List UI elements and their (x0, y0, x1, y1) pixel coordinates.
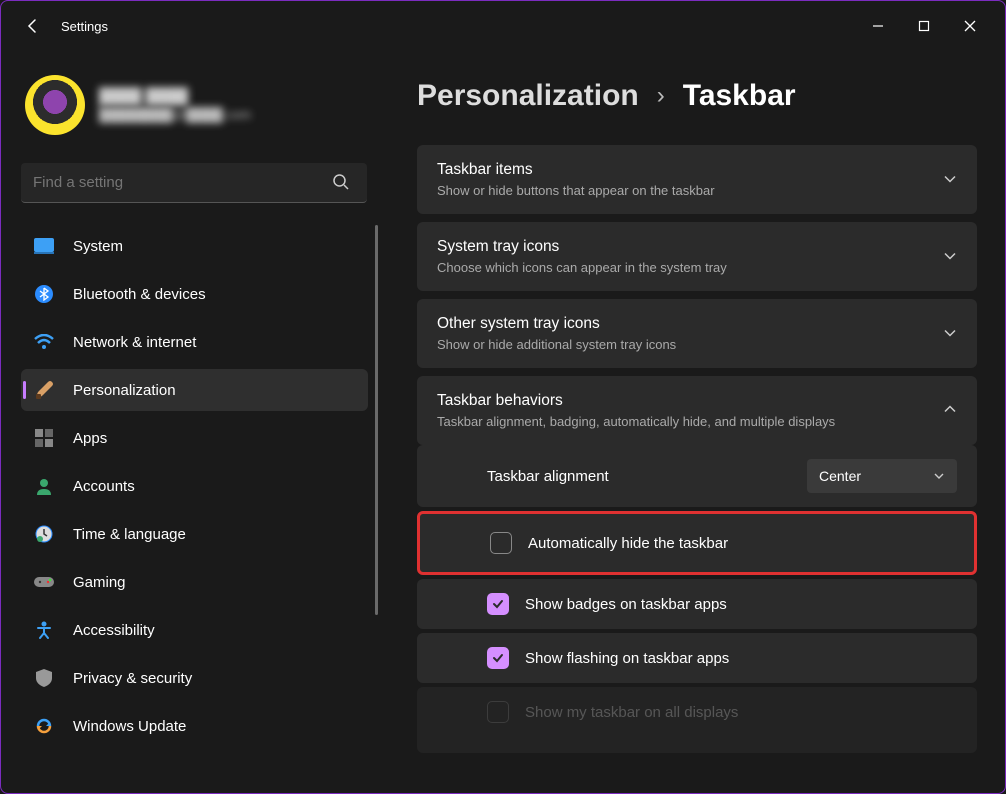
nav-time[interactable]: Time & language (21, 513, 368, 555)
row-taskbar-alignment: Taskbar alignment Center (417, 445, 977, 507)
row-all-displays[interactable]: Show my taskbar on all displays (417, 687, 977, 753)
minimize-icon (872, 20, 884, 32)
panel-title: Taskbar items (437, 161, 957, 179)
update-icon (33, 715, 55, 737)
nav-accounts[interactable]: Accounts (21, 465, 368, 507)
nav-bluetooth[interactable]: Bluetooth & devices (21, 273, 368, 315)
breadcrumb-separator: › (657, 82, 665, 110)
row-badges[interactable]: Show badges on taskbar apps (417, 579, 977, 629)
nav-gaming[interactable]: Gaming (21, 561, 368, 603)
shield-icon (33, 667, 55, 689)
sidebar-scrollbar[interactable] (375, 225, 378, 615)
search-box[interactable] (21, 163, 372, 203)
checkbox-flashing[interactable] (487, 647, 509, 669)
nav-privacy[interactable]: Privacy & security (21, 657, 368, 699)
clock-icon (33, 523, 55, 545)
user-name: ████ ████ (99, 88, 251, 105)
nav-system[interactable]: System (21, 225, 368, 267)
chevron-down-icon (933, 470, 945, 482)
user-meta: ████ ████ ████████@████.com (99, 88, 251, 122)
checkbox-all-displays[interactable] (487, 701, 509, 723)
badges-label: Show badges on taskbar apps (525, 596, 727, 613)
user-profile[interactable]: ████ ████ ████████@████.com (21, 71, 372, 139)
wifi-icon (33, 331, 55, 353)
system-icon (33, 235, 55, 257)
panel-desc: Choose which icons can appear in the sys… (437, 260, 957, 275)
nav-label: Apps (73, 430, 107, 447)
panel-system-tray-icons[interactable]: System tray icons Choose which icons can… (417, 222, 977, 291)
accessibility-icon (33, 619, 55, 641)
nav-label: Personalization (73, 382, 176, 399)
nav-apps[interactable]: Apps (21, 417, 368, 459)
panel-title: Other system tray icons (437, 315, 957, 333)
alignment-select[interactable]: Center (807, 459, 957, 493)
nav-label: Privacy & security (73, 670, 192, 687)
minimize-button[interactable] (855, 10, 901, 42)
chevron-down-icon (943, 325, 957, 342)
nav-label: System (73, 238, 123, 255)
alignment-label: Taskbar alignment (487, 468, 609, 485)
nav-network[interactable]: Network & internet (21, 321, 368, 363)
auto-hide-label: Automatically hide the taskbar (528, 535, 728, 552)
apps-icon (33, 427, 55, 449)
nav-label: Windows Update (73, 718, 186, 735)
breadcrumb-current: Taskbar (683, 79, 796, 113)
panel-title: System tray icons (437, 238, 957, 256)
row-auto-hide[interactable]: Automatically hide the taskbar (417, 511, 977, 575)
checkbox-auto-hide[interactable] (490, 532, 512, 554)
window-controls (855, 10, 993, 42)
nav-label: Bluetooth & devices (73, 286, 206, 303)
person-icon (33, 475, 55, 497)
nav-personalization[interactable]: Personalization (21, 369, 368, 411)
close-button[interactable] (947, 10, 993, 42)
titlebar: Settings (1, 1, 1005, 51)
back-button[interactable] (13, 6, 53, 46)
bluetooth-icon (33, 283, 55, 305)
flashing-label: Show flashing on taskbar apps (525, 650, 729, 667)
nav-list: System Bluetooth & devices Network & int… (21, 225, 372, 747)
maximize-icon (918, 20, 930, 32)
panel-desc: Taskbar alignment, badging, automaticall… (437, 414, 957, 429)
gamepad-icon (33, 571, 55, 593)
brush-icon (33, 379, 55, 401)
panel-taskbar-behaviors[interactable]: Taskbar behaviors Taskbar alignment, bad… (417, 376, 977, 445)
search-input[interactable] (21, 163, 367, 203)
panel-other-tray-icons[interactable]: Other system tray icons Show or hide add… (417, 299, 977, 368)
user-email: ████████@████.com (99, 107, 251, 122)
breadcrumb: Personalization › Taskbar (417, 79, 977, 113)
panel-title: Taskbar behaviors (437, 392, 957, 410)
nav-update[interactable]: Windows Update (21, 705, 368, 747)
search-icon (332, 173, 350, 194)
nav-label: Gaming (73, 574, 126, 591)
close-icon (964, 20, 976, 32)
nav-accessibility[interactable]: Accessibility (21, 609, 368, 651)
chevron-down-icon (943, 248, 957, 265)
avatar (25, 75, 85, 135)
chevron-up-icon (943, 402, 957, 419)
content-area: Personalization › Taskbar Taskbar items … (381, 51, 1005, 793)
alignment-value: Center (819, 468, 861, 484)
sidebar: ████ ████ ████████@████.com System Bluet… (1, 51, 381, 793)
breadcrumb-parent[interactable]: Personalization (417, 79, 639, 113)
all-displays-label: Show my taskbar on all displays (525, 704, 738, 721)
nav-label: Accessibility (73, 622, 155, 639)
nav-label: Accounts (73, 478, 135, 495)
panel-desc: Show or hide additional system tray icon… (437, 337, 957, 352)
nav-label: Network & internet (73, 334, 196, 351)
nav-label: Time & language (73, 526, 186, 543)
back-arrow-icon (25, 18, 41, 34)
checkbox-badges[interactable] (487, 593, 509, 615)
row-flashing[interactable]: Show flashing on taskbar apps (417, 633, 977, 683)
panel-desc: Show or hide buttons that appear on the … (437, 183, 957, 198)
panel-taskbar-items[interactable]: Taskbar items Show or hide buttons that … (417, 145, 977, 214)
maximize-button[interactable] (901, 10, 947, 42)
chevron-down-icon (943, 171, 957, 188)
window-title: Settings (61, 19, 108, 34)
